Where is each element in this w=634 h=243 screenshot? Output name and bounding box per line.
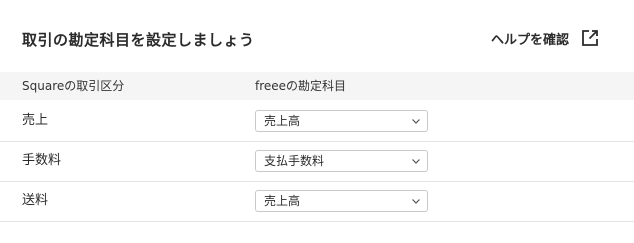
chevron-down-icon xyxy=(412,119,420,124)
page-title: 取引の勘定科目を設定しましょう xyxy=(22,31,255,49)
account-select-value: 支払手数料 xyxy=(264,154,325,168)
row-category-label: 手数料 xyxy=(22,153,62,168)
table-header-row: Squareの取引区分 freeeの勘定科目 xyxy=(0,72,634,100)
table-row: 送料 売上高 xyxy=(0,181,634,222)
account-select[interactable]: 売上高 xyxy=(255,190,428,212)
column-header-square-category: Squareの取引区分 xyxy=(22,79,125,93)
table-row: 売上 売上高 xyxy=(0,101,634,142)
chevron-down-icon xyxy=(412,199,420,204)
external-link-icon xyxy=(582,30,598,46)
table-row: 手数料 支払手数料 xyxy=(0,141,634,182)
account-select-value: 売上高 xyxy=(264,194,301,208)
account-select-value: 売上高 xyxy=(264,114,301,128)
account-select[interactable]: 支払手数料 xyxy=(255,150,428,172)
row-category-label: 売上 xyxy=(22,113,49,128)
row-category-label: 送料 xyxy=(22,193,49,208)
account-mapping-panel: 取引の勘定科目を設定しましょう ヘルプを確認 Squareの取引区分 freee… xyxy=(0,0,634,243)
panel-header: 取引の勘定科目を設定しましょう ヘルプを確認 xyxy=(0,0,634,72)
help-link[interactable]: ヘルプを確認 xyxy=(491,27,599,49)
account-select[interactable]: 売上高 xyxy=(255,110,428,132)
help-link-label: ヘルプを確認 xyxy=(491,32,570,48)
column-header-freee-account: freeeの勘定科目 xyxy=(255,79,347,93)
chevron-down-icon xyxy=(412,159,420,164)
